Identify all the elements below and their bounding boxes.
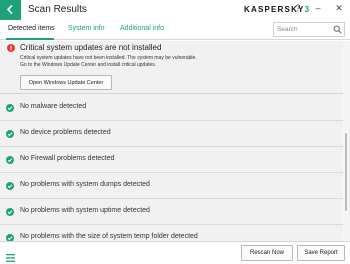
search-icon[interactable] [333,25,342,34]
help-button[interactable]: ? [292,3,304,13]
alert-description: Critical system updates have not been in… [20,55,330,69]
search-box[interactable] [273,22,345,37]
tab-detected-items[interactable]: Detected items [8,25,55,32]
alert-title: Critical system updates are not installe… [20,43,162,52]
back-button[interactable] [0,0,21,20]
footer-bar: Rescan Now Save Report [0,241,350,264]
list-item[interactable]: No Firewall problems detected [0,147,343,173]
item-label: No device problems detected [20,129,111,136]
back-arrow-icon [6,4,13,15]
item-label: No Firewall problems detected [20,155,115,162]
check-circle-icon [6,104,14,112]
list-item[interactable]: No problems with system dumps detected [0,173,343,199]
scrollbar[interactable] [343,41,350,241]
list-item[interactable]: No malware detected [0,95,343,121]
check-circle-icon [6,182,14,190]
error-icon [7,44,15,52]
check-circle-icon [6,156,14,164]
brand-accent: 3 [304,5,311,14]
results-list[interactable]: Critical system updates are not installe… [0,41,350,241]
open-windows-update-button[interactable]: Open Windows Update Center [20,75,112,90]
alert-description-line: Go to the Windows Update Center and inst… [20,62,157,68]
check-circle-icon [6,234,14,241]
list-item[interactable]: No device problems detected [0,121,343,147]
search-input[interactable] [277,24,331,35]
active-tab-indicator [6,38,54,40]
alert-critical-updates: Critical system updates are not installe… [0,41,343,94]
check-circle-icon [6,130,14,138]
close-button[interactable]: ✕ [333,3,345,14]
item-label: No malware detected [20,103,87,110]
tab-additional-info[interactable]: Additional info [120,25,164,32]
item-label: No problems with the size of system temp… [20,233,198,240]
item-label: No problems with system uptime detected [20,207,150,214]
window-title: Scan Results [28,4,87,15]
item-label: No problems with system dumps detected [20,181,150,188]
scrollbar-thumb[interactable] [345,133,347,211]
title-bar: Scan Results KASPERSKY3 ? – ✕ [0,0,350,20]
save-report-button[interactable]: Save Report [297,245,345,261]
check-circle-icon [6,208,14,216]
list-item[interactable]: No problems with the size of system temp… [0,225,343,241]
menu-icon[interactable] [6,254,15,262]
minimize-button[interactable]: – [312,3,324,13]
rescan-now-button[interactable]: Rescan Now [241,245,293,261]
tab-system-info[interactable]: System info [68,25,105,32]
list-item[interactable]: No problems with system uptime detected [0,199,343,225]
alert-description-line: Critical system updates have not been in… [20,55,197,61]
